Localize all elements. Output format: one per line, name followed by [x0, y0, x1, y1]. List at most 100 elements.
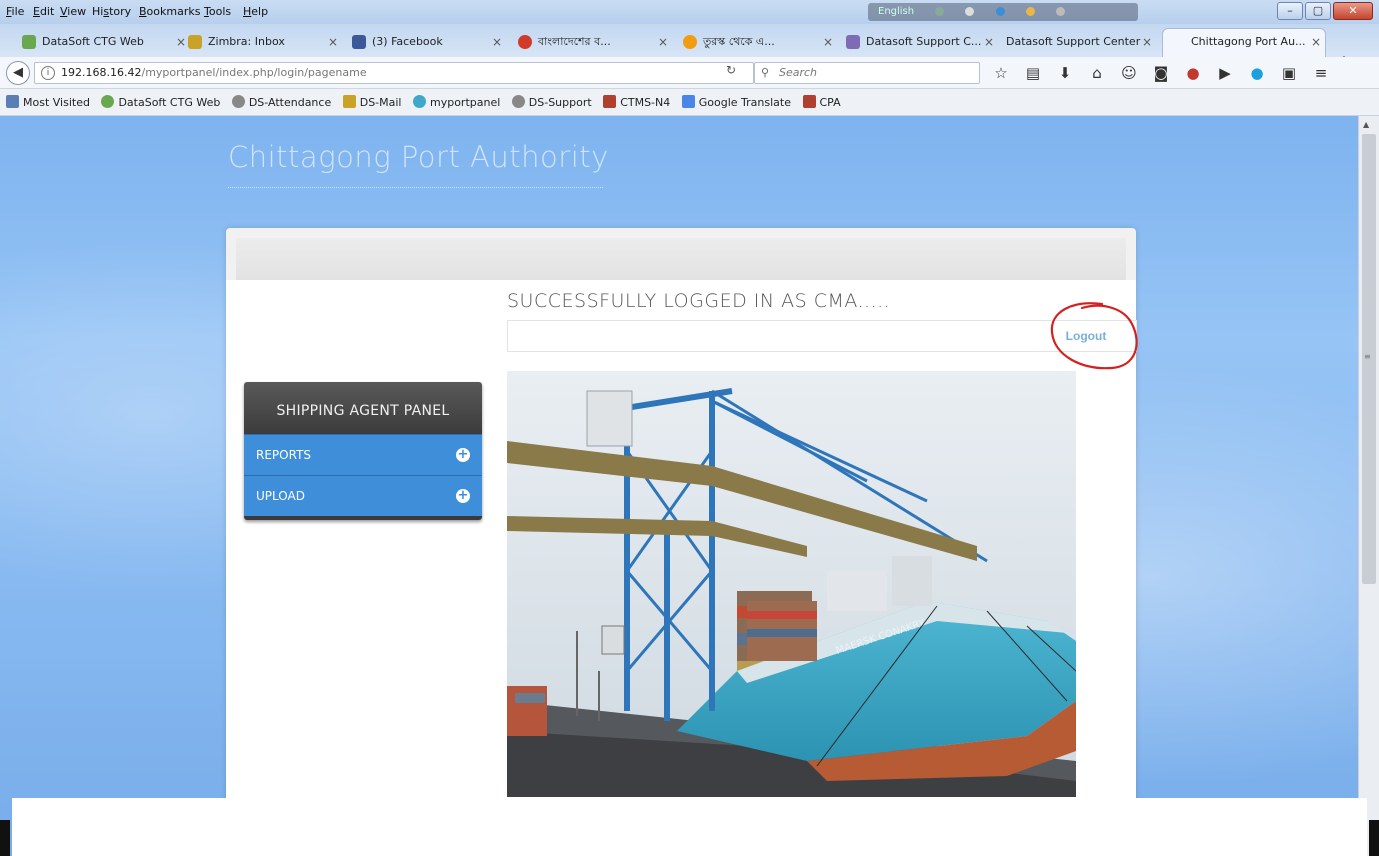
language-indicator[interactable]: English: [868, 3, 1138, 21]
close-window-button[interactable]: ✕: [1333, 2, 1373, 20]
panel-title: SHIPPING AGENT PANEL: [244, 382, 482, 434]
page-viewport: Chittagong Port Authority SUCCESSFULLY L…: [0, 116, 1358, 856]
tab-close-icon[interactable]: ×: [1142, 29, 1152, 55]
menu-view[interactable]: View: [60, 5, 86, 18]
sidebar-item-reports[interactable]: REPORTS +: [244, 434, 482, 475]
download-icon[interactable]: ⬇: [1054, 64, 1076, 82]
reading-list-icon[interactable]: ▤: [1022, 64, 1044, 82]
sidebar-item-upload[interactable]: UPLOAD +: [244, 475, 482, 516]
reload-icon[interactable]: ↻: [726, 63, 736, 77]
sidebar-item-label: UPLOAD: [256, 489, 305, 503]
menu-bar: File Edit View History Bookmarks Tools H…: [0, 0, 1379, 24]
tab-turkey-news[interactable]: তুরস্ক থেকে এ... ×: [675, 29, 837, 55]
browser-window: File Edit View History Bookmarks Tools H…: [0, 0, 1379, 856]
pocket-icon[interactable]: ◙: [1150, 64, 1172, 82]
address-bar[interactable]: i 192.168.16.42/myportpanel/index.php/lo…: [34, 62, 754, 84]
globe-icon: [101, 95, 115, 108]
panel-body: SUCCESSFULLY LOGGED IN AS CMA..... Logou…: [226, 280, 1138, 808]
favicon-icon: [352, 35, 366, 49]
bookmark-ds-support[interactable]: DS-Support: [511, 89, 592, 116]
tray-dot-icon: [995, 6, 1005, 16]
bookmark-ctms-n4[interactable]: CTMS-N4: [603, 89, 670, 116]
maximize-button[interactable]: ▢: [1305, 2, 1331, 20]
youtube-icon[interactable]: ▶: [1214, 64, 1236, 82]
site-title[interactable]: Chittagong Port Authority: [228, 140, 609, 174]
skype-icon[interactable]: ●: [1246, 64, 1268, 82]
login-status-message: SUCCESSFULLY LOGGED IN AS CMA.....: [507, 290, 891, 312]
favicon-icon: [683, 35, 697, 49]
tab-strip: DataSoft CTG Web × Zimbra: Inbox × (3) F…: [0, 24, 1379, 72]
favicon-icon: [188, 35, 202, 49]
tab-datasoft-support-1[interactable]: Datasoft Support C... ×: [838, 29, 998, 55]
favicon-icon: [846, 35, 860, 49]
tab-close-icon[interactable]: ×: [1311, 29, 1321, 55]
tab-close-icon[interactable]: ×: [658, 29, 668, 55]
extension-icon[interactable]: ▣: [1278, 64, 1300, 82]
chat-icon[interactable]: ☺: [1118, 64, 1140, 82]
scroll-up-arrow-icon[interactable]: ▲: [1363, 120, 1369, 129]
menu-tools[interactable]: Tools: [204, 5, 231, 18]
shipping-agent-panel: SHIPPING AGENT PANEL REPORTS + UPLOAD +: [244, 382, 482, 520]
adblock-icon[interactable]: ●: [1182, 64, 1204, 82]
bookmark-ds-mail[interactable]: DS-Mail: [342, 89, 401, 116]
favicon-icon: [518, 35, 532, 49]
info-icon[interactable]: i: [41, 66, 55, 80]
port-crane-photo: MAERSK CONAKRY: [507, 371, 1076, 797]
screen-edge: [0, 820, 10, 856]
expand-plus-icon[interactable]: +: [456, 489, 470, 503]
vertical-scrollbar[interactable]: ▲ ≡: [1358, 116, 1379, 856]
back-button[interactable]: ◀: [6, 61, 30, 85]
tray-dot-icon: [965, 6, 975, 16]
menu-bookmarks[interactable]: Bookmarks: [139, 5, 200, 18]
window-controls: – ▢ ✕: [1277, 2, 1373, 20]
tab-close-icon[interactable]: ×: [823, 29, 833, 55]
bookmark-myportpanel[interactable]: myportpanel: [412, 89, 500, 116]
menu-edit[interactable]: Edit: [33, 5, 54, 18]
most-visited-icon: [6, 95, 19, 108]
chart-icon: [603, 95, 617, 108]
bookmark-most-visited[interactable]: Most Visited: [6, 89, 90, 116]
favicon-icon: [22, 35, 36, 49]
menu-file[interactable]: File: [6, 5, 24, 18]
title-underline: [228, 187, 603, 188]
url-path: /myportpanel/index.php/login/pagename: [141, 66, 367, 79]
globe-icon: [511, 95, 525, 108]
tab-close-icon[interactable]: ×: [328, 29, 338, 55]
tab-chittagong-port[interactable]: Chittagong Port Au... ×: [1162, 28, 1326, 57]
expand-plus-icon[interactable]: +: [456, 448, 470, 462]
zimbra-icon: [342, 95, 356, 108]
scroll-grip-icon: ≡: [1364, 352, 1371, 361]
bookmark-google-translate[interactable]: Google Translate: [681, 89, 791, 116]
menu-help[interactable]: Help: [243, 5, 268, 18]
tray-dot-icon: [935, 6, 945, 16]
menu-icon[interactable]: ≡: [1310, 64, 1332, 82]
bottom-cover: [12, 798, 1367, 856]
logout-button[interactable]: Logout: [1046, 321, 1126, 351]
tab-bangla-news[interactable]: বাংলাদেশের ব... ×: [510, 29, 672, 55]
tab-facebook[interactable]: (3) Facebook ×: [344, 29, 506, 55]
search-input[interactable]: ⚲ Search: [754, 62, 980, 84]
tab-datasoft-ctg-web[interactable]: DataSoft CTG Web ×: [14, 29, 190, 55]
translate-icon: [681, 95, 695, 108]
bookmarks-bar: Most Visited DataSoft CTG Web DS-Attenda…: [0, 89, 1379, 116]
logout-bar: Logout: [507, 320, 1137, 352]
bookmark-star-icon[interactable]: ☆: [990, 64, 1012, 82]
sidebar-item-label: REPORTS: [256, 448, 312, 462]
bookmark-datasoft-ctg-web[interactable]: DataSoft CTG Web: [101, 89, 220, 116]
bookmark-ds-attendance[interactable]: DS-Attendance: [231, 89, 331, 116]
tab-datasoft-support-2[interactable]: Datasoft Support Center ×: [982, 29, 1156, 55]
minimize-button[interactable]: –: [1277, 2, 1303, 20]
tab-zimbra-inbox[interactable]: Zimbra: Inbox ×: [180, 29, 342, 55]
tray-dot-icon: [1056, 6, 1066, 16]
tray-dot-icon: [1025, 6, 1035, 16]
chart-icon: [802, 95, 816, 108]
portpanel-icon: [412, 95, 426, 108]
globe-icon: [231, 95, 245, 108]
language-label: English: [878, 6, 915, 17]
bookmark-cpa[interactable]: CPA: [802, 89, 841, 116]
content-panel: SUCCESSFULLY LOGGED IN AS CMA..... Logou…: [226, 228, 1138, 808]
home-icon[interactable]: ⌂: [1086, 64, 1108, 82]
tab-close-icon[interactable]: ×: [492, 29, 502, 55]
menu-history[interactable]: History: [92, 5, 131, 18]
screen-edge: [1369, 820, 1379, 856]
